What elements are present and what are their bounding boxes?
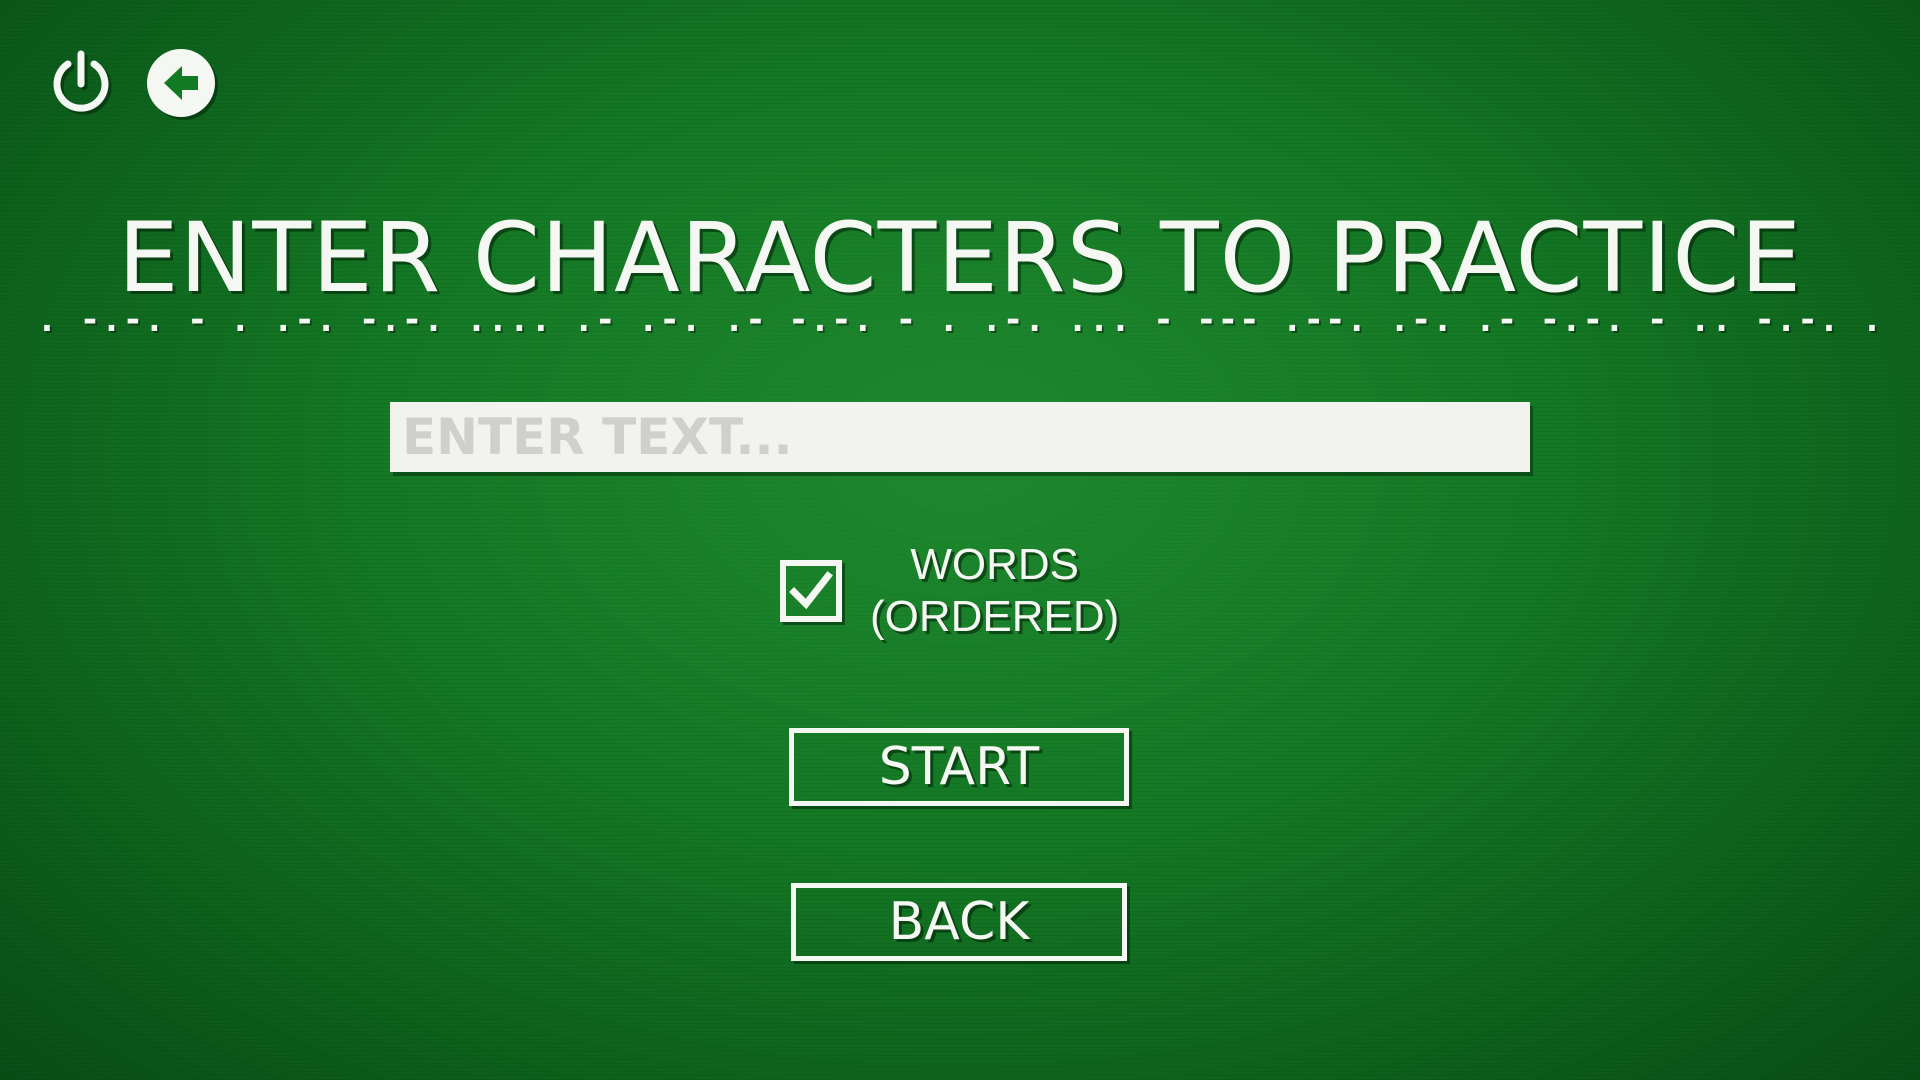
- back-button[interactable]: BACK: [791, 883, 1127, 961]
- words-ordered-option[interactable]: WORDS (ORDERED): [780, 536, 1119, 646]
- words-ordered-label: WORDS (ORDERED): [870, 539, 1119, 643]
- practice-text-input[interactable]: [390, 402, 1530, 472]
- power-icon: [53, 50, 109, 112]
- start-button[interactable]: START: [789, 728, 1129, 806]
- title-morse-code: . -.-. - . .-. -.-. .... .- .-. .- -.-. …: [36, 300, 1884, 340]
- words-label-line1: WORDS: [910, 540, 1079, 589]
- words-ordered-checkbox[interactable]: [780, 560, 842, 622]
- words-label-line2: (ORDERED): [870, 592, 1120, 641]
- power-button[interactable]: [42, 44, 120, 122]
- checkmark-icon: [789, 571, 833, 610]
- back-arrow-icon: [147, 49, 215, 117]
- back-arrow-button[interactable]: [142, 44, 220, 122]
- page-title: ENTER CHARACTERS TO PRACTICE: [117, 202, 1803, 314]
